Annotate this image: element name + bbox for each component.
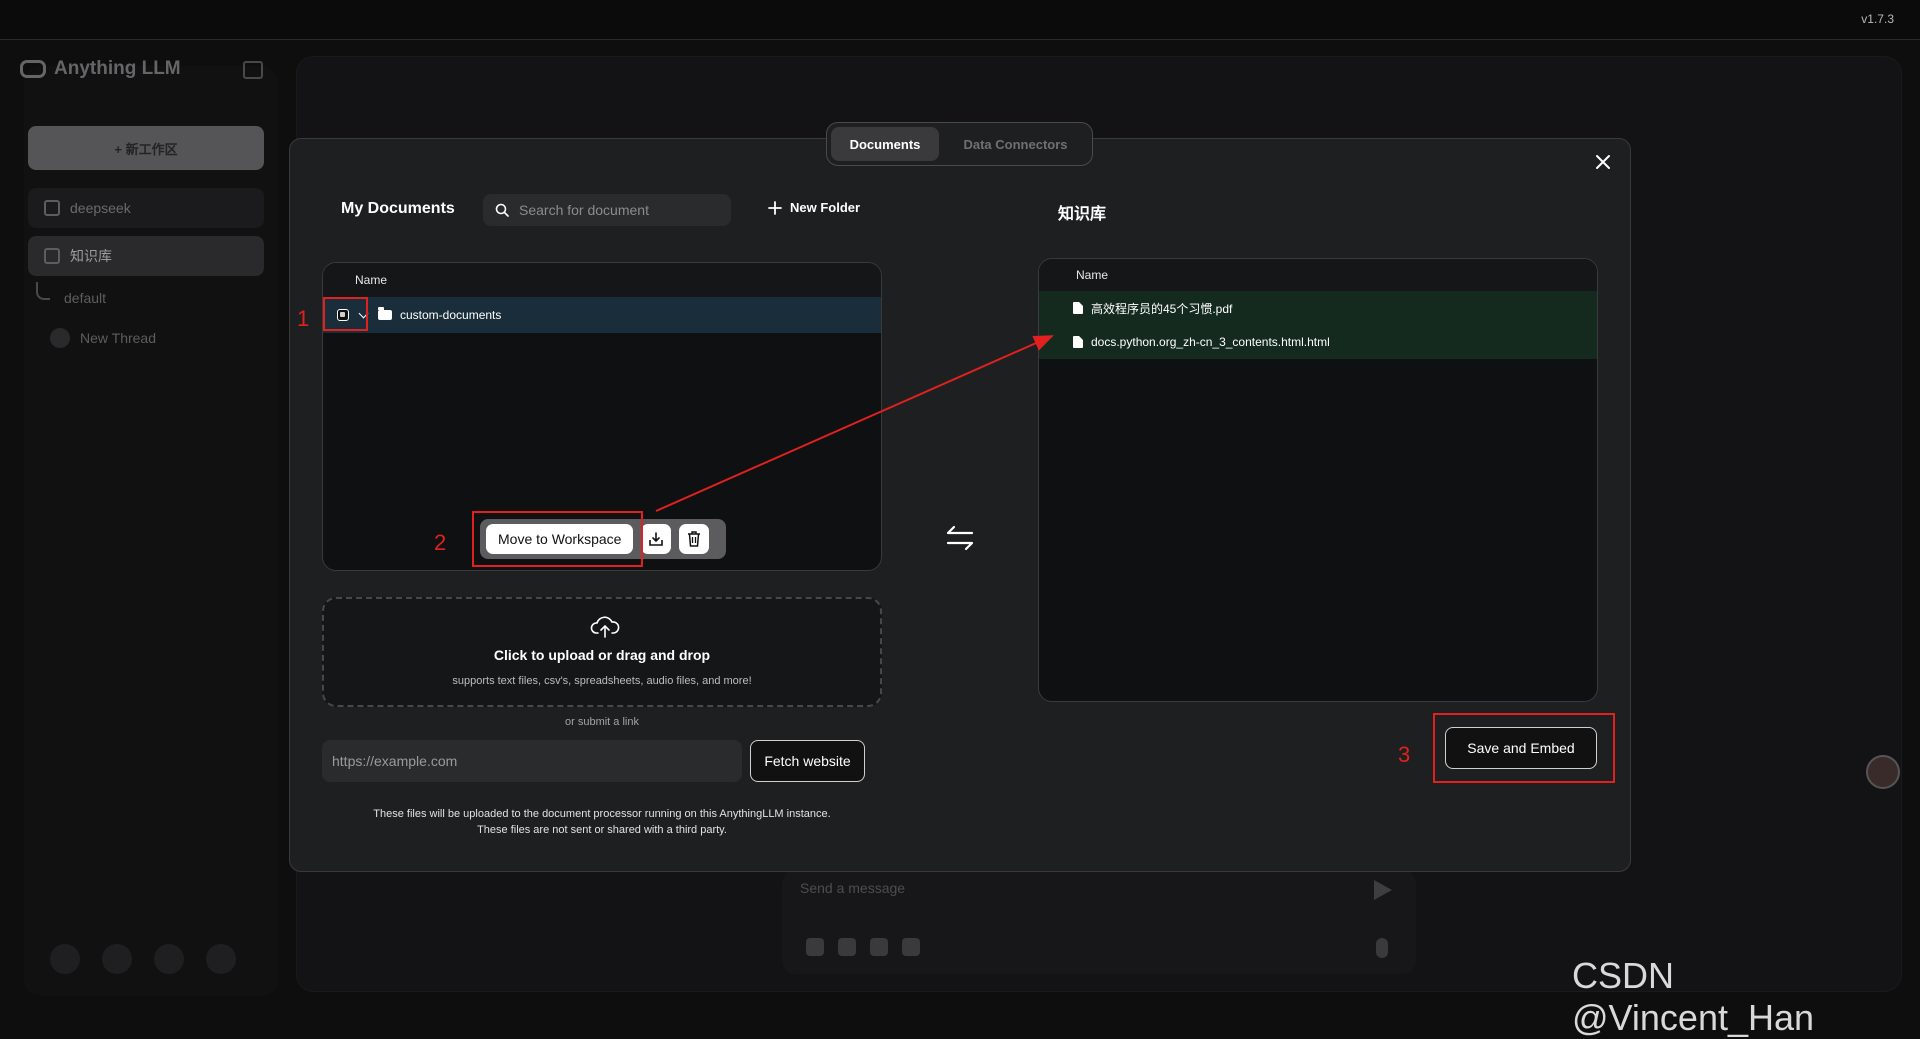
annotation-arrow: [655, 335, 1054, 512]
avatar[interactable]: [1866, 755, 1900, 789]
watermark: CSDN @Vincent_Han: [1572, 955, 1815, 1038]
